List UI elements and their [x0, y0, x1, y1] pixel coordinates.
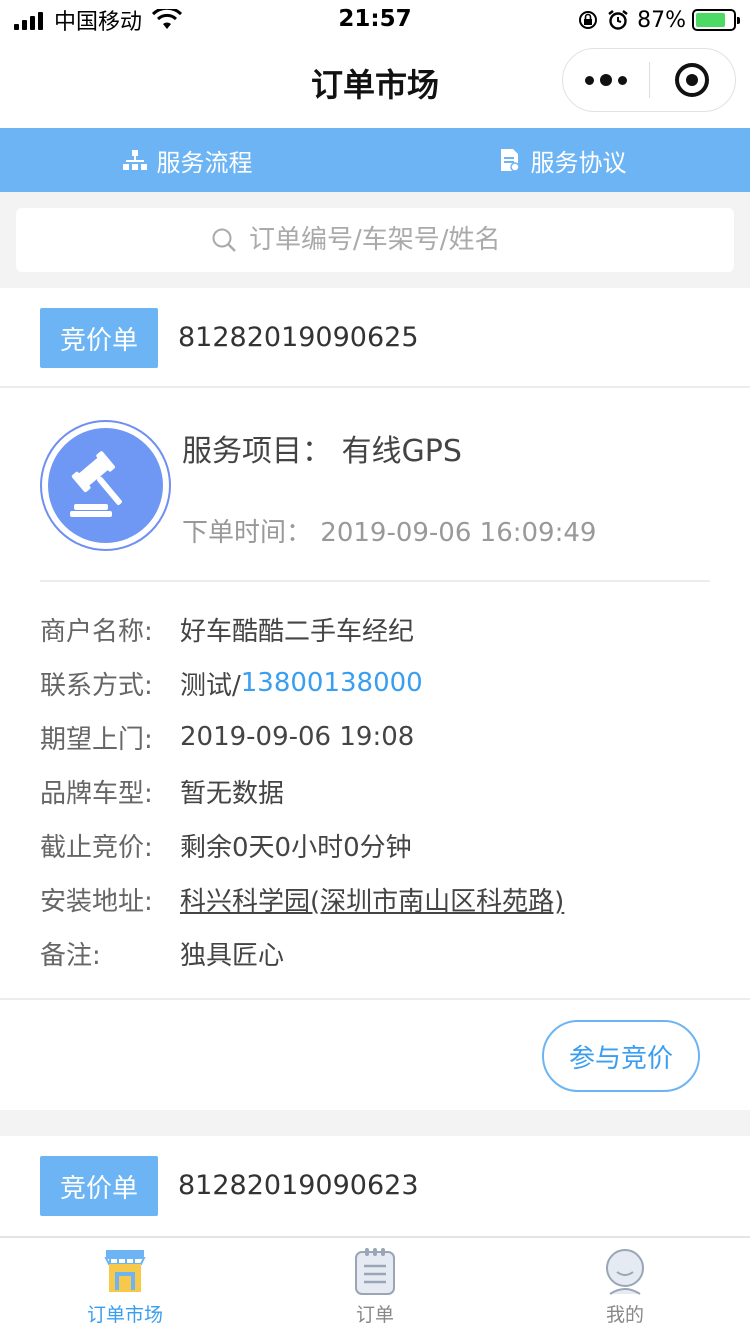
join-bid-button[interactable]: 参与竞价: [542, 1020, 700, 1092]
bid-order-badge: 竞价单: [40, 1156, 158, 1216]
order-time-label: 下单时间：: [182, 518, 313, 548]
service-agreement-label: 服务协议: [530, 148, 627, 177]
flow-chart-icon: [122, 150, 147, 170]
detail-label: 商户名称:: [40, 616, 153, 647]
detail-label: 品牌车型:: [40, 778, 153, 809]
contact-name: 测试/: [180, 670, 241, 701]
clipboard-icon: [355, 1248, 395, 1295]
detail-label: 期望上门:: [40, 724, 153, 755]
search-area: [0, 192, 750, 288]
detail-row-car-model: 品牌车型: 暂无数据: [40, 764, 710, 818]
detail-label: 备注:: [40, 940, 101, 971]
remark: 独具匠心: [180, 940, 285, 971]
service-agreement-link[interactable]: 服务协议: [375, 128, 750, 192]
bid-order-badge: 竞价单: [40, 308, 158, 368]
detail-label: 截止竞价:: [40, 832, 153, 863]
detail-row-contact: 联系方式: 测试/13800138000: [40, 656, 710, 710]
phone-link[interactable]: 13800138000: [241, 668, 423, 698]
order-card-header: 竞价单 81282019090623: [0, 1136, 750, 1236]
order-summary: 服务项目： 有线GPS 下单时间： 2019-09-06 16:09:49: [0, 388, 750, 582]
close-mini-program-icon[interactable]: [650, 63, 736, 97]
car-model: 暂无数据: [180, 778, 285, 809]
service-item: 服务项目： 有线GPS: [182, 426, 462, 470]
order-time-value: 2019-09-06 16:09:49: [320, 518, 597, 548]
battery-icon: [692, 9, 740, 31]
install-address-link[interactable]: 科兴科学园(深圳市南山区科苑路): [180, 881, 564, 918]
order-time: 下单时间： 2019-09-06 16:09:49: [182, 512, 596, 549]
service-flow-link[interactable]: 服务流程: [0, 128, 375, 192]
status-bar: 中国移动 21:57 87%: [0, 0, 750, 40]
service-item-value: 有线GPS: [341, 434, 462, 469]
search-icon: [212, 228, 236, 252]
mini-program-capsule: [562, 48, 736, 112]
detail-label: 联系方式:: [40, 670, 153, 701]
tab-label: 订单: [355, 1304, 394, 1326]
user-icon: [606, 1249, 644, 1295]
divider: [40, 580, 710, 582]
more-icon[interactable]: [563, 74, 649, 86]
bottom-tab-bar: 订单市场 订单 我的: [0, 1236, 750, 1334]
service-avatar: [40, 420, 171, 551]
order-card-header: 竞价单 81282019090625: [0, 288, 750, 388]
detail-row-visit-time: 期望上门: 2019-09-06 19:08: [40, 710, 710, 764]
order-card: 竞价单 81282019090625 服务项目： 有线GPS 下单时间： 201…: [0, 288, 750, 1110]
order-card: 竞价单 81282019090623: [0, 1136, 750, 1236]
merchant-name: 好车酷酷二手车经纪: [180, 616, 415, 647]
order-details: 商户名称: 好车酷酷二手车经纪 联系方式: 测试/13800138000 期望上…: [0, 582, 750, 998]
tab-order-market[interactable]: 订单市场: [0, 1238, 250, 1334]
order-number: 81282019090625: [178, 322, 419, 353]
order-number: 81282019090623: [178, 1170, 419, 1201]
bid-deadline: 剩余0天0小时0分钟: [180, 832, 412, 863]
nav-bar: 订单市场: [0, 40, 750, 128]
tab-mine[interactable]: 我的: [500, 1238, 750, 1334]
rotation-lock-icon: [579, 11, 598, 29]
detail-row-bid-deadline: 截止竞价: 剩余0天0小时0分钟: [40, 818, 710, 872]
gavel-icon: [69, 450, 122, 517]
order-card-footer: 参与竞价: [0, 998, 750, 1110]
document-icon: [500, 149, 520, 172]
tab-label: 我的: [605, 1304, 644, 1326]
detail-label: 安装地址:: [40, 886, 153, 917]
alarm-icon: [608, 10, 628, 30]
service-flow-label: 服务流程: [156, 148, 253, 177]
detail-row-remark: 备注: 独具匠心: [40, 926, 710, 980]
tab-label: 订单市场: [86, 1304, 163, 1326]
detail-row-merchant: 商户名称: 好车酷酷二手车经纪: [40, 602, 710, 656]
top-action-bar: 服务流程 服务协议: [0, 128, 750, 192]
visit-time: 2019-09-06 19:08: [180, 722, 415, 752]
market-icon: [104, 1250, 146, 1292]
search-input[interactable]: [249, 225, 539, 255]
detail-row-address: 安装地址: 科兴科学园(深圳市南山区科苑路): [40, 872, 710, 926]
tab-orders[interactable]: 订单: [250, 1238, 500, 1334]
search-box[interactable]: [16, 208, 734, 272]
service-item-label: 服务项目：: [182, 434, 332, 469]
battery-percent: 87%: [637, 7, 686, 33]
